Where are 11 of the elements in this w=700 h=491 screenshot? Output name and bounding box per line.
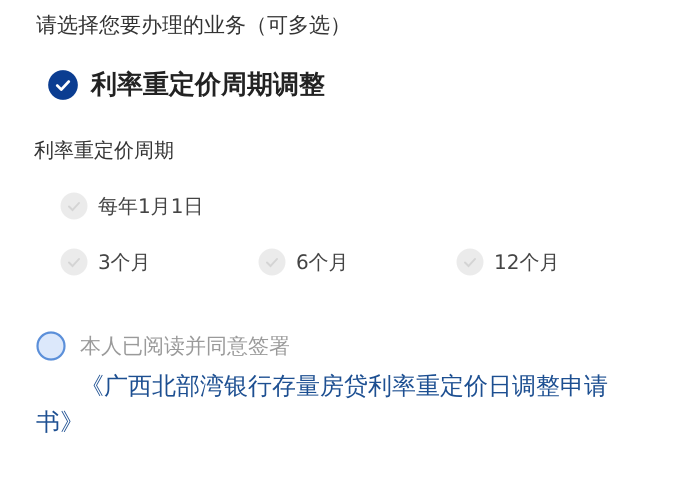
service-label: 利率重定价周期调整 (91, 68, 325, 102)
field-label: 利率重定价周期 (33, 136, 175, 164)
radio-icon (60, 192, 88, 220)
checkbox[interactable] (47, 69, 79, 101)
section-title: 请选择您要办理的业务（可多选） (35, 12, 352, 39)
checkbox[interactable] (36, 331, 66, 362)
radio-icon (258, 248, 286, 276)
agreement-link[interactable]: 《广西北部湾银行存量房贷利率重定价日调整申请书》 (36, 368, 646, 440)
radio-icon (60, 248, 88, 276)
agreement-text: 本人已阅读并同意签署 (80, 332, 290, 360)
radio-icon (456, 248, 484, 276)
